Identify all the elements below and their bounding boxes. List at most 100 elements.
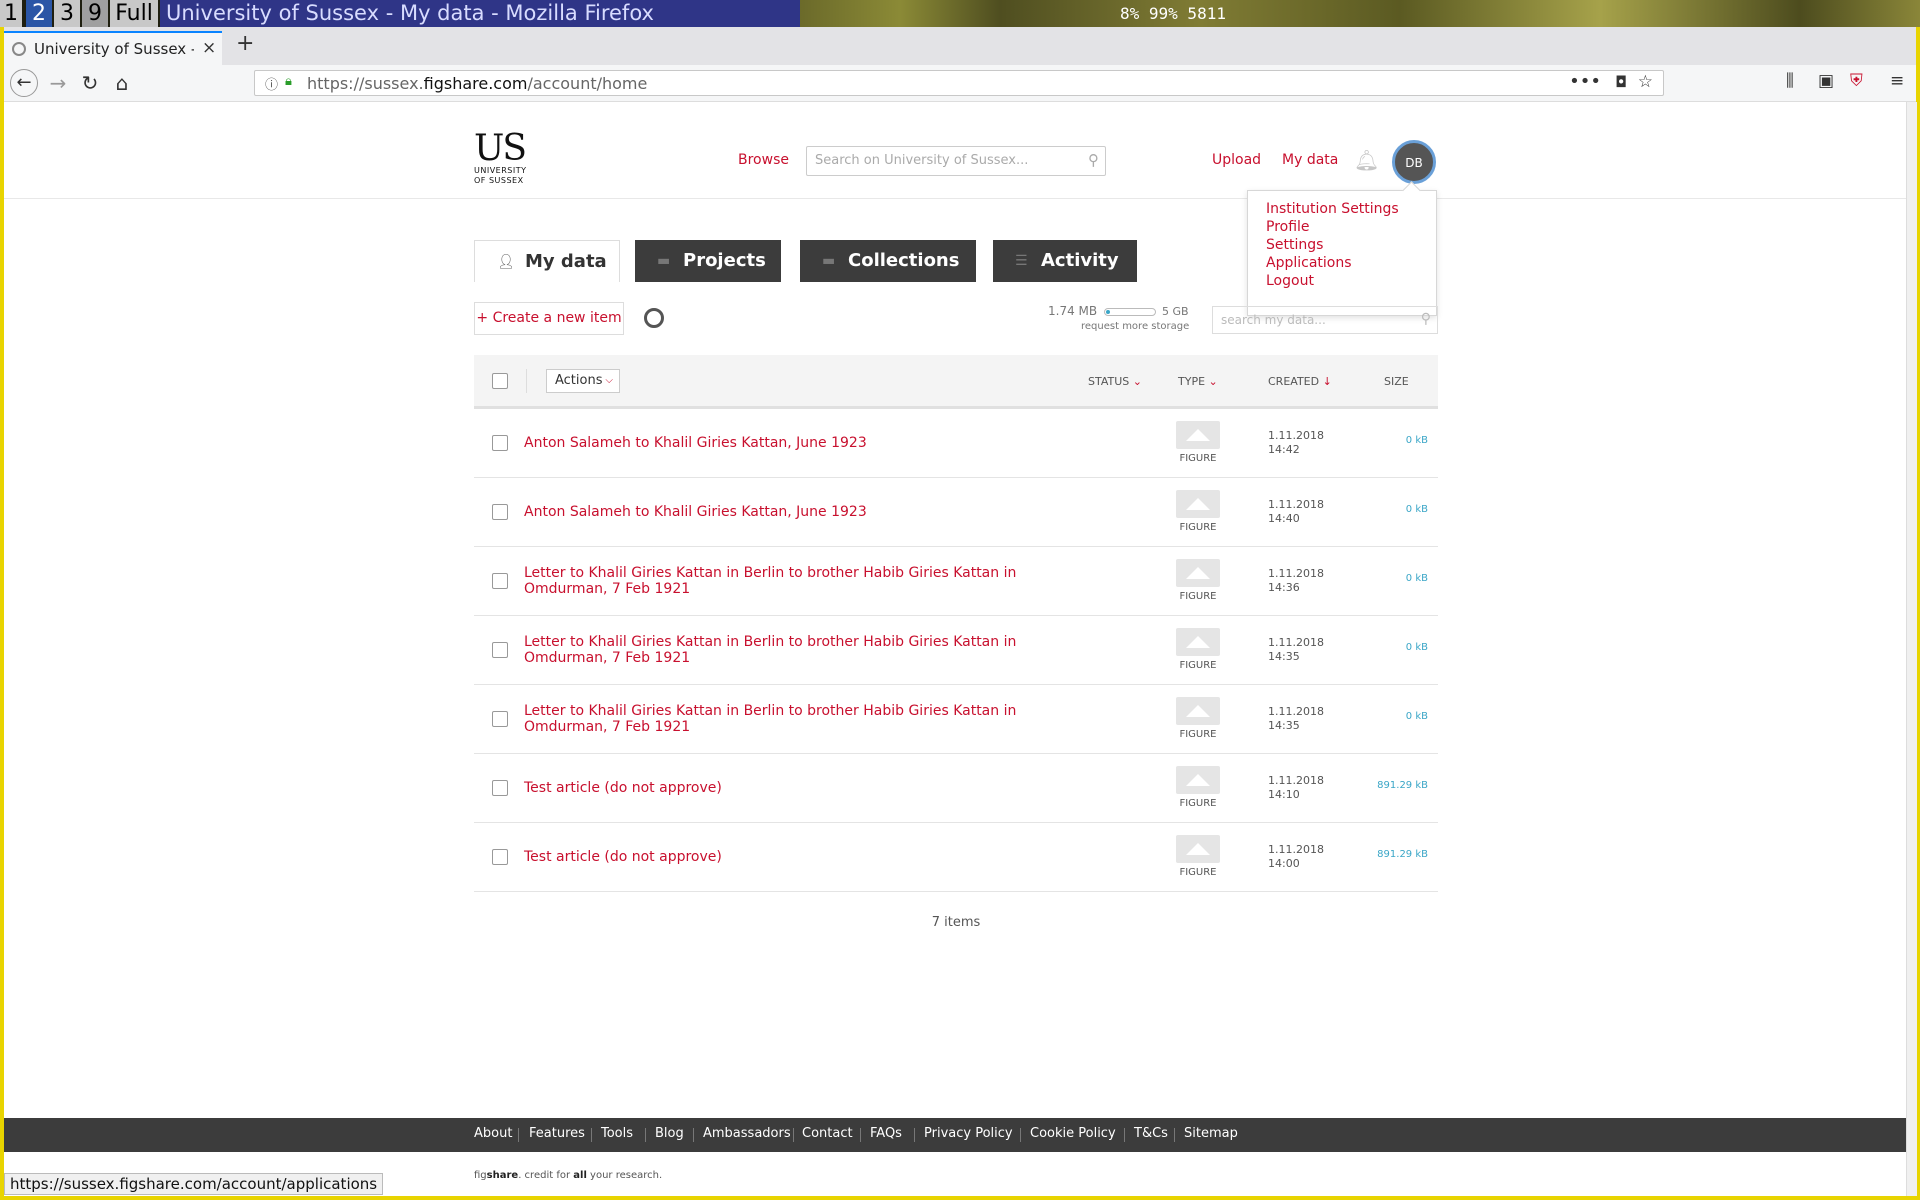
- actions-dropdown[interactable]: Actions ⌵: [546, 369, 620, 393]
- table-row[interactable]: Anton Salameh to Khalil Giries Kattan, J…: [474, 478, 1438, 547]
- search-icon[interactable]: ⚲: [1421, 311, 1431, 327]
- footer-link-tcs[interactable]: T&Cs: [1134, 1126, 1168, 1141]
- footer-link-faqs[interactable]: FAQs: [870, 1126, 902, 1141]
- workspace-2[interactable]: 2: [26, 0, 52, 27]
- create-item-button[interactable]: + Create a new item: [474, 302, 624, 335]
- item-size: 0 kB: [1405, 504, 1428, 515]
- browser-tab[interactable]: University of Sussex - My data ×: [4, 31, 222, 65]
- forward-icon[interactable]: →: [44, 69, 72, 97]
- chevron-down-icon: ⌄: [1132, 375, 1142, 388]
- system-stats: 8% 99% 5811: [1120, 4, 1226, 23]
- tab-my-data[interactable]: 👤︎ My data: [474, 240, 620, 282]
- item-size: 0 kB: [1405, 573, 1428, 584]
- favicon-icon: [12, 42, 26, 56]
- row-checkbox[interactable]: [492, 780, 508, 796]
- row-checkbox[interactable]: [492, 435, 508, 451]
- workspace-3[interactable]: 3: [54, 0, 80, 27]
- chevron-down-icon: ⌵: [605, 375, 613, 386]
- home-icon[interactable]: ⌂: [108, 69, 136, 97]
- browser-nav-bar: ← → ↻ ⌂ ⓘ 🔒︎ https://sussex.figshare.com…: [4, 65, 1916, 102]
- list-icon: ☰: [1015, 253, 1028, 269]
- sidebar-icon[interactable]: ▣: [1818, 71, 1834, 91]
- browse-link[interactable]: Browse: [738, 152, 789, 168]
- workspace-full[interactable]: Full: [110, 0, 158, 27]
- item-title-link[interactable]: Letter to Khalil Giries Kattan in Berlin…: [524, 616, 1064, 684]
- column-created[interactable]: CREATED ↓: [1268, 375, 1332, 388]
- url-bar[interactable]: ⓘ 🔒︎ https://sussex.figshare.com/account…: [254, 70, 1664, 96]
- back-icon[interactable]: ←: [10, 69, 38, 97]
- notification-bell-icon[interactable]: 🔔︎: [1354, 148, 1379, 172]
- site-footer: About Features Tools Blog Ambassadors Co…: [4, 1118, 1906, 1152]
- table-row[interactable]: Letter to Khalil Giries Kattan in Berlin…: [474, 685, 1438, 754]
- column-size[interactable]: SIZE: [1384, 375, 1409, 388]
- table-row[interactable]: Letter to Khalil Giries Kattan in Berlin…: [474, 547, 1438, 616]
- upload-link[interactable]: Upload: [1212, 152, 1261, 168]
- footer-link-cookie-policy[interactable]: Cookie Policy: [1030, 1126, 1116, 1141]
- item-type: FIGURE: [1179, 867, 1217, 878]
- footer-link-privacy-policy[interactable]: Privacy Policy: [924, 1126, 1013, 1141]
- pocket-icon[interactable]: ◘: [1615, 73, 1627, 91]
- request-more-storage-link[interactable]: request more storage: [1081, 321, 1189, 332]
- item-title-link[interactable]: Test article (do not approve): [524, 754, 1064, 822]
- row-checkbox[interactable]: [492, 849, 508, 865]
- footer-link-sitemap[interactable]: Sitemap: [1184, 1126, 1238, 1141]
- my-data-link[interactable]: My data: [1282, 152, 1338, 168]
- divider: [860, 1128, 861, 1142]
- footer-link-ambassadors[interactable]: Ambassadors: [703, 1126, 791, 1141]
- user-avatar[interactable]: DB: [1392, 140, 1436, 184]
- github-icon[interactable]: [644, 308, 664, 328]
- divider: [526, 369, 527, 393]
- url-text[interactable]: https://sussex.figshare.com/account/home: [307, 74, 647, 93]
- close-tab-icon[interactable]: ×: [202, 38, 216, 58]
- footer-link-contact[interactable]: Contact: [802, 1126, 853, 1141]
- footer-link-features[interactable]: Features: [529, 1126, 585, 1141]
- table-row[interactable]: Test article (do not approve) FIGURE 1.1…: [474, 754, 1438, 823]
- library-icon[interactable]: ⫼: [1786, 71, 1794, 91]
- item-size: 0 kB: [1405, 642, 1428, 653]
- row-checkbox[interactable]: [492, 573, 508, 589]
- item-title-link[interactable]: Anton Salameh to Khalil Giries Kattan, J…: [524, 478, 1064, 546]
- item-title-link[interactable]: Letter to Khalil Giries Kattan in Berlin…: [524, 685, 1064, 753]
- workspace-1[interactable]: 1: [0, 0, 22, 27]
- footer-link-blog[interactable]: Blog: [655, 1126, 684, 1141]
- table-row[interactable]: Letter to Khalil Giries Kattan in Berlin…: [474, 616, 1438, 685]
- item-type: FIGURE: [1179, 453, 1217, 464]
- my-data-search-input[interactable]: search my data... ⚲: [1212, 306, 1438, 334]
- bookmark-star-icon[interactable]: ☆: [1638, 72, 1653, 92]
- footer-link-tools[interactable]: Tools: [601, 1126, 633, 1141]
- tab-projects[interactable]: ▬ Projects: [635, 240, 781, 282]
- table-row[interactable]: Anton Salameh to Khalil Giries Kattan, J…: [474, 409, 1438, 478]
- table-row[interactable]: Test article (do not approve) FIGURE 1.1…: [474, 823, 1438, 892]
- footer-link-about[interactable]: About: [474, 1126, 512, 1141]
- column-status[interactable]: STATUS ⌄: [1088, 375, 1142, 388]
- row-checkbox[interactable]: [492, 642, 508, 658]
- row-checkbox[interactable]: [492, 504, 508, 520]
- ublock-icon[interactable]: ⛨: [1850, 71, 1863, 91]
- page-scrollbar[interactable]: [1906, 102, 1917, 1196]
- item-title-link[interactable]: Letter to Khalil Giries Kattan in Berlin…: [524, 547, 1064, 615]
- info-icon[interactable]: ⓘ: [265, 74, 278, 93]
- menu-item-institution-settings[interactable]: Institution Settings: [1266, 201, 1399, 217]
- university-logo[interactable]: US UNIVERSITY OF SUSSEX: [474, 131, 544, 186]
- menu-item-applications[interactable]: Applications: [1266, 255, 1352, 271]
- search-icon[interactable]: ⚲: [1088, 151, 1099, 169]
- item-title-link[interactable]: Test article (do not approve): [524, 823, 1064, 891]
- select-all-checkbox[interactable]: [492, 373, 508, 389]
- item-title-link[interactable]: Anton Salameh to Khalil Giries Kattan, J…: [524, 409, 1064, 477]
- new-tab-button[interactable]: +: [236, 31, 254, 56]
- page-actions-icon[interactable]: •••: [1569, 71, 1601, 92]
- storage-used: 1.74 MB: [1048, 304, 1098, 318]
- divider: [591, 1128, 592, 1142]
- site-search-input[interactable]: Search on University of Sussex... ⚲: [806, 146, 1106, 176]
- row-checkbox[interactable]: [492, 711, 508, 727]
- tab-activity[interactable]: ☰ Activity: [993, 240, 1137, 282]
- menu-icon[interactable]: ≡: [1890, 71, 1904, 91]
- item-type: FIGURE: [1179, 729, 1217, 740]
- menu-item-logout[interactable]: Logout: [1266, 273, 1314, 289]
- reload-icon[interactable]: ↻: [76, 69, 104, 97]
- workspace-9[interactable]: 9: [82, 0, 108, 27]
- menu-item-profile[interactable]: Profile: [1266, 219, 1310, 235]
- column-type[interactable]: TYPE ⌄: [1178, 375, 1218, 388]
- menu-item-settings[interactable]: Settings: [1266, 237, 1323, 253]
- tab-collections[interactable]: ▬ Collections: [800, 240, 976, 282]
